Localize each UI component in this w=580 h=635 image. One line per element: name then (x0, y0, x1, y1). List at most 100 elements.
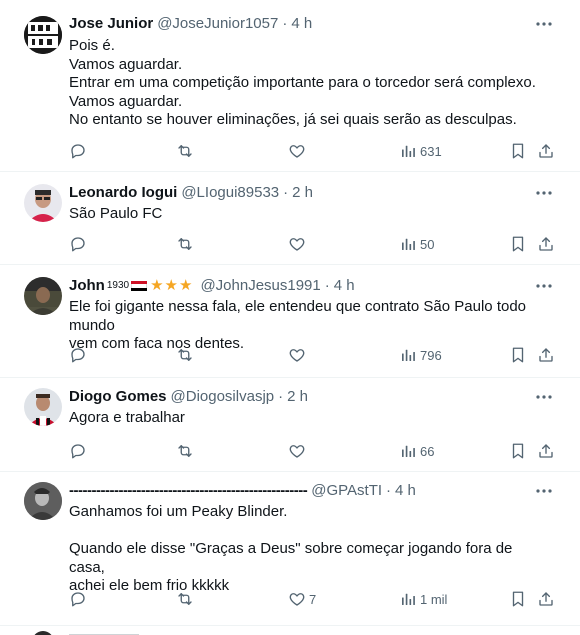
bookmark-button[interactable] (509, 141, 527, 161)
author-handle[interactable]: @JohnJesus1991 (200, 276, 320, 296)
action-bar: 796 (0, 345, 580, 365)
more-icon[interactable] (534, 276, 554, 296)
tweet[interactable]: Leonardo Iogui @LIogui89533 · 2 h São Pa… (0, 172, 580, 265)
tweet-text: Agora e trabalhar (69, 409, 550, 428)
bookmark-icon (509, 142, 527, 160)
retweet-button[interactable] (176, 234, 197, 254)
like-button[interactable] (288, 141, 309, 161)
views-button[interactable]: 1 mil (399, 589, 447, 609)
author-handle[interactable]: @GPAstTI (311, 481, 382, 501)
avatar[interactable] (24, 277, 62, 315)
timestamp[interactable]: 2 h (287, 387, 308, 407)
tweet[interactable]: Jose Junior @JoseJunior1057 · 4 h Pois é… (0, 0, 580, 172)
retweet-button[interactable] (176, 345, 197, 365)
author-name[interactable]: John (69, 276, 105, 296)
bookmark-button[interactable] (509, 345, 527, 365)
tweet-text: São Paulo FC (69, 205, 550, 224)
bookmark-icon (509, 442, 527, 460)
share-button[interactable] (537, 589, 555, 609)
author-handle[interactable]: @JoseJunior1057 (157, 14, 278, 34)
retweet-icon (176, 235, 194, 253)
tweet[interactable]: ----------------------------------------… (0, 472, 580, 626)
share-icon (537, 442, 555, 460)
retweet-button[interactable] (176, 441, 197, 461)
tweet[interactable]: John 1930 ★★★ @JohnJesus1991 · 4 h Ele fo… (0, 265, 580, 378)
separator-dot: · (324, 277, 330, 294)
retweet-icon (176, 442, 194, 460)
bookmark-button[interactable] (509, 234, 527, 254)
tweet-line: Pois é. (69, 37, 115, 54)
author-name[interactable]: Leonardo Iogui (69, 183, 177, 203)
reply-icon (69, 590, 87, 608)
views-button[interactable]: 631 (399, 141, 442, 161)
more-icon[interactable] (534, 183, 554, 203)
reply-button[interactable] (69, 345, 90, 365)
more-icon[interactable] (534, 481, 554, 501)
retweet-button[interactable] (176, 141, 197, 161)
views-button[interactable]: 66 (399, 441, 434, 461)
bookmark-button[interactable] (509, 589, 527, 609)
author-name[interactable]: ----------------------------------------… (69, 481, 308, 501)
timestamp[interactable]: 4 h (334, 276, 355, 296)
separator-dot: · (282, 15, 288, 32)
like-button[interactable] (288, 234, 309, 254)
timestamp[interactable]: 4 h (395, 481, 416, 501)
views-button[interactable]: 50 (399, 234, 434, 254)
tweet-header: ----------------------------------------… (69, 481, 540, 501)
reply-icon (69, 442, 87, 460)
bookmark-icon (509, 590, 527, 608)
tweet-line (69, 522, 550, 541)
views-count: 796 (420, 347, 442, 363)
views-count: 631 (420, 143, 442, 159)
bookmark-button[interactable] (509, 441, 527, 461)
share-icon (537, 142, 555, 160)
timestamp[interactable]: 4 h (291, 14, 312, 34)
share-button[interactable] (537, 345, 555, 365)
like-button[interactable]: 7 (288, 589, 316, 609)
heart-icon (288, 235, 306, 253)
avatar[interactable] (24, 184, 62, 222)
tweet-line: Ele foi gigante nessa fala, ele entendeu… (69, 298, 531, 334)
share-button[interactable] (537, 234, 555, 254)
tweet-text: Ganhamos foi um Peaky Blinder. Quando el… (69, 503, 550, 596)
more-icon[interactable] (534, 14, 554, 34)
tweet[interactable]: Diogo Gomes @Diogosilvasjp · 2 h Agora e… (0, 378, 580, 472)
like-button[interactable] (288, 345, 309, 365)
bookmark-icon (509, 235, 527, 253)
separator-dot: · (283, 184, 289, 201)
share-button[interactable] (537, 141, 555, 161)
author-name[interactable]: Diogo Gomes (69, 387, 167, 407)
reply-button[interactable] (69, 441, 90, 461)
views-count: 66 (420, 443, 435, 459)
views-count: 1 mil (420, 591, 448, 607)
views-icon (399, 442, 417, 460)
like-count: 7 (309, 591, 317, 607)
views-button[interactable]: 796 (399, 345, 442, 365)
heart-icon (288, 590, 306, 608)
avatar[interactable] (24, 388, 62, 426)
reply-button[interactable] (69, 589, 90, 609)
reply-button[interactable] (69, 234, 90, 254)
share-icon (537, 235, 555, 253)
author-name[interactable]: Jose Junior (69, 14, 153, 34)
share-button[interactable] (537, 441, 555, 461)
separator-dot: · (386, 482, 392, 499)
action-bar: 66 (0, 441, 580, 461)
reply-button[interactable] (69, 141, 90, 161)
timestamp[interactable]: 2 h (292, 183, 313, 203)
author-handle[interactable]: @Diogosilvasjp (171, 387, 275, 407)
more-icon[interactable] (534, 387, 554, 407)
retweet-icon (176, 590, 194, 608)
author-handle[interactable]: @LIogui89533 (181, 183, 279, 203)
tweet-line: Entrar em uma competição importante para… (69, 74, 536, 91)
retweet-button[interactable] (176, 589, 197, 609)
avatar[interactable] (24, 482, 62, 520)
views-icon (399, 590, 417, 608)
author-name-superscript: 1930 (106, 280, 130, 291)
like-button[interactable] (288, 441, 309, 461)
views-count: 50 (420, 236, 435, 252)
tweet-line: Vamos aguardar. (69, 92, 183, 110)
tweet-line: Agora e trabalhar (69, 409, 185, 426)
stars-icon: ★★★ (150, 277, 194, 294)
avatar[interactable] (24, 16, 62, 54)
